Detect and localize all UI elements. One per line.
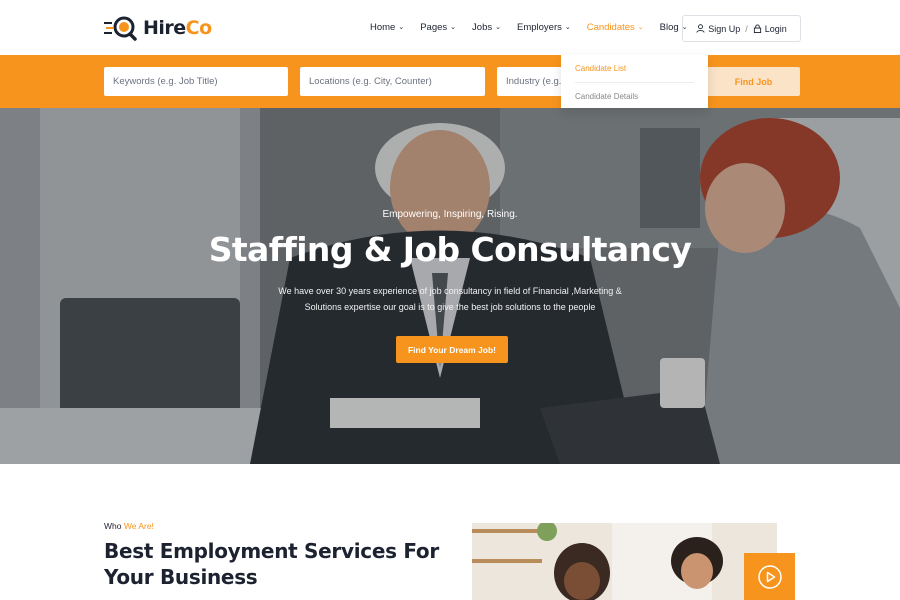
nav-item-candidates[interactable]: Candidates ⌄ — [587, 22, 644, 33]
magnifier-logo-icon — [104, 16, 137, 41]
find-job-button[interactable]: Find Job — [707, 67, 800, 96]
logo-text-accent: Co — [185, 17, 213, 39]
about-image — [472, 523, 777, 600]
signup-label: Sign Up — [708, 23, 741, 34]
nav-label: Employers — [516, 22, 562, 33]
nav-item-jobs[interactable]: Jobs ⌄ — [472, 22, 501, 33]
auth-box: Sign Up / Login — [682, 15, 801, 42]
office-team-photo — [472, 523, 777, 600]
auth-separator: / — [745, 23, 748, 34]
keywords-input[interactable]: Keywords (e.g. Job Title) — [104, 67, 288, 96]
login-link[interactable]: Login — [753, 24, 787, 34]
nav-item-employers[interactable]: Employers ⌄ — [517, 22, 571, 33]
candidates-dropdown: Candidate List Candidate Details — [561, 55, 708, 108]
play-icon — [757, 564, 782, 589]
logo-text-main: Hire — [143, 17, 186, 39]
location-placeholder: Locations (e.g. City, Counter) — [309, 76, 432, 87]
nav-label: Blog — [659, 22, 679, 33]
job-search-bar: Keywords (e.g. Job Title) Locations (e.g… — [0, 55, 900, 108]
chevron-down-icon: ⌄ — [450, 24, 457, 31]
section-label-prefix: Who — [104, 521, 124, 531]
industry-placeholder: Industry (e.g. — [506, 76, 562, 87]
chevron-down-icon: ⌄ — [398, 24, 405, 31]
nav-item-home[interactable]: Home ⌄ — [370, 22, 404, 33]
hero-description: We have over 30 years experience of job … — [0, 283, 900, 315]
signup-link[interactable]: Sign Up — [696, 24, 740, 34]
chevron-down-icon: ⌄ — [564, 24, 571, 31]
dropdown-item-candidate-details[interactable]: Candidate Details — [575, 92, 638, 101]
hero-description-line-2: Solutions expertise our goal is to give … — [304, 302, 596, 312]
dropdown-divider — [575, 82, 694, 83]
hero-tagline: Empowering, Inspiring, Rising. — [382, 209, 518, 220]
user-icon — [696, 24, 705, 33]
nav-label: Candidates — [586, 22, 635, 33]
login-label: Login — [764, 23, 787, 34]
hero-title: Staffing & Job Consultancy — [208, 230, 692, 269]
nav-label: Jobs — [472, 22, 493, 33]
about-title: Best Employment Services For Your Busine… — [104, 539, 439, 589]
section-label-accent: We Are! — [123, 521, 154, 531]
dropdown-item-candidate-list[interactable]: Candidate List — [575, 64, 626, 73]
nav-item-pages[interactable]: Pages ⌄ — [420, 22, 456, 33]
lock-icon — [753, 24, 761, 33]
hero-description-line-1: We have over 30 years experience of job … — [278, 286, 622, 296]
nav-label: Home — [370, 22, 396, 33]
section-label: Who We Are! — [104, 521, 154, 531]
keywords-placeholder: Keywords (e.g. Job Title) — [113, 76, 218, 87]
find-dream-job-label: Find Your Dream Job! — [407, 344, 496, 355]
main-nav: Home ⌄ Pages ⌄ Jobs ⌄ Employers ⌄ Candidates… — [370, 22, 688, 33]
find-job-label: Find Job — [734, 76, 773, 87]
chevron-down-icon: ⌄ — [637, 24, 644, 31]
hero-section: Empowering, Inspiring, Rising. Staffing … — [0, 108, 900, 464]
site-header: HireCo Home ⌄ Pages ⌄ Jobs ⌄ Employers ⌄ Can… — [0, 0, 900, 55]
play-video-button[interactable] — [744, 553, 795, 600]
location-input[interactable]: Locations (e.g. City, Counter) — [300, 67, 485, 96]
nav-label: Pages — [420, 22, 448, 33]
logo-wordmark: HireCo — [143, 17, 212, 39]
find-dream-job-button[interactable]: Find Your Dream Job! — [396, 336, 508, 363]
site-logo[interactable]: HireCo — [104, 14, 212, 42]
chevron-down-icon: ⌄ — [495, 24, 501, 31]
